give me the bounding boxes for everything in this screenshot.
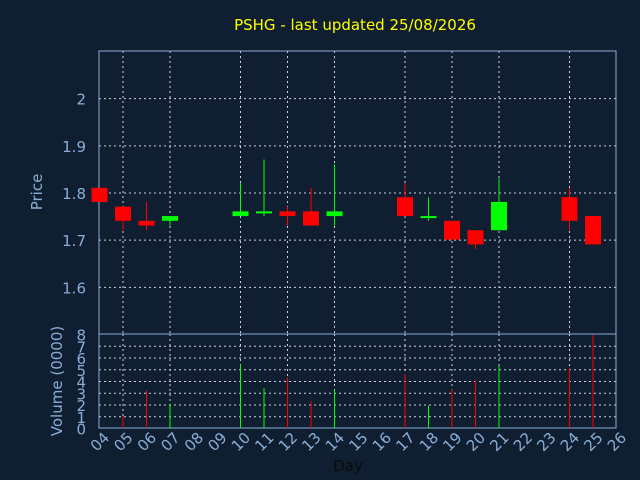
candle-body	[91, 187, 108, 202]
price-tick-label: 1.6	[62, 279, 86, 297]
volume-axis-label: Volume (0000)	[48, 326, 66, 436]
candle-body	[585, 216, 601, 245]
candle-body	[444, 220, 460, 240]
candle-04	[91, 187, 108, 202]
candle-body	[303, 211, 319, 226]
candle-body	[256, 211, 272, 214]
candle-body	[232, 211, 249, 217]
candle-body	[397, 197, 413, 217]
day-tick-labels: 0405060708091011121314151617181920212223…	[87, 429, 630, 455]
candle-19	[444, 220, 460, 240]
candle-body	[420, 216, 437, 219]
candle-body	[115, 206, 131, 221]
candle-body	[326, 211, 343, 217]
candle-body	[138, 220, 155, 226]
price-tick-label: 1.7	[62, 232, 86, 250]
candle-25	[585, 216, 601, 245]
day-axis-label: Day	[333, 457, 363, 475]
price-axis-label: Price	[28, 174, 46, 211]
price-tick-label: 1.9	[62, 138, 86, 156]
candle-body	[162, 216, 178, 221]
candle-body	[491, 201, 507, 231]
candle-body	[279, 211, 296, 217]
price-tick-label: 1.8	[62, 185, 86, 203]
stock-chart: PSHG - last updated 25/08/2026 1.6 1.7 1.8…	[0, 0, 640, 480]
chart-title: PSHG - last updated 25/08/2026	[234, 16, 476, 34]
candle-body	[561, 197, 578, 221]
price-tick-label: 2	[76, 91, 86, 109]
volume-tick-label: 8	[76, 327, 86, 345]
candle-body	[467, 230, 484, 245]
volume-tick-labels: 012345678	[76, 327, 86, 439]
